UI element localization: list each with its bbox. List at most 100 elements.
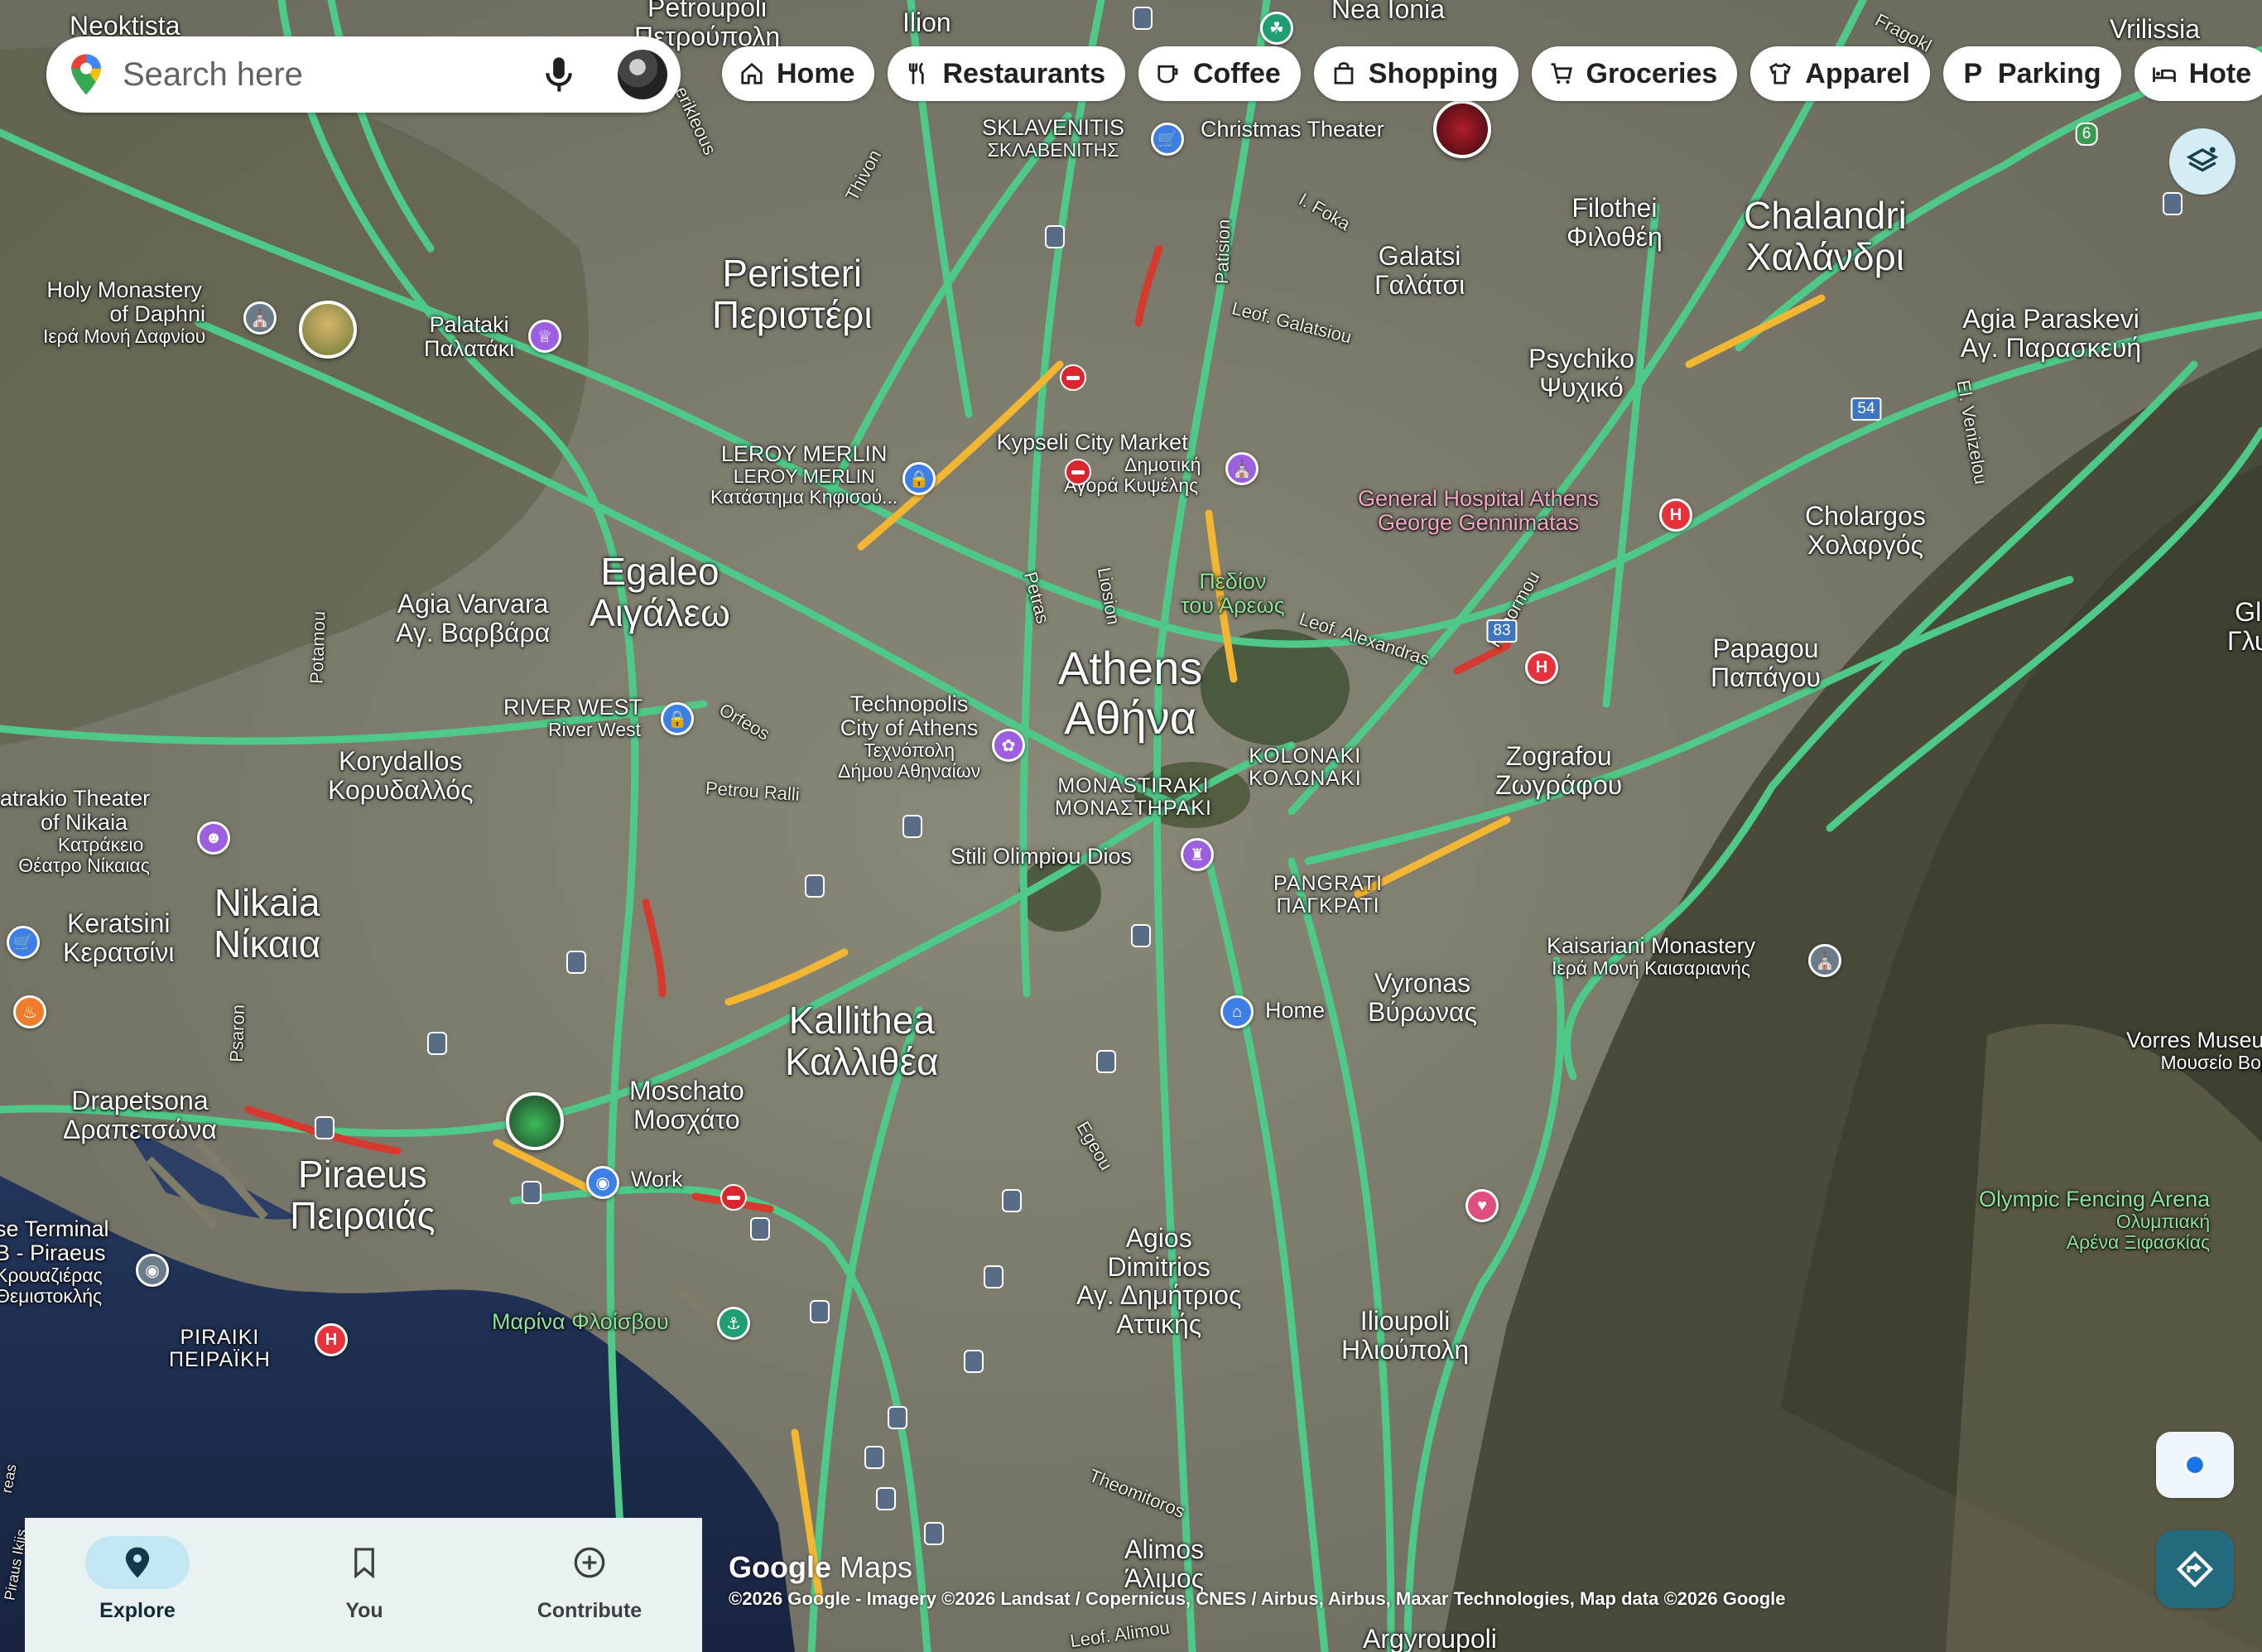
road-closure-icon[interactable] xyxy=(1065,459,1091,485)
poi-vorres-museum[interactable]: Vorres Museum Μουσείο Βορρ xyxy=(2126,1028,2262,1073)
poi-stili-olimpiou-dios[interactable]: Stili Olimpiou Dios xyxy=(951,844,1132,869)
account-avatar[interactable] xyxy=(618,50,667,99)
katrakio-theater-pin-icon[interactable]: ☻ xyxy=(197,821,230,855)
poi-general-hospital[interactable]: General Hospital Athens George Gennimata… xyxy=(1358,486,1599,535)
poi-river-west[interactable]: RIVER WEST River West xyxy=(503,695,643,740)
road-closure-icon[interactable] xyxy=(720,1184,747,1211)
technopolis-pin-icon[interactable]: ✿ xyxy=(992,729,1025,762)
home-pin-icon[interactable]: ⌂ xyxy=(1220,995,1254,1028)
place-drapetsona[interactable]: Drapetsona Δραπετσώνα xyxy=(63,1086,217,1144)
chip-parking[interactable]: P Parking xyxy=(1942,46,2121,101)
microphone-icon[interactable] xyxy=(541,55,576,94)
nav-contribute[interactable]: Contribute xyxy=(507,1518,672,1652)
place-agia-varvara[interactable]: Agia Varvara Αγ. Βαρβάρα xyxy=(396,590,550,647)
work-briefcase-pin-icon[interactable]: ◉ xyxy=(586,1166,619,1199)
metro-station-icon[interactable] xyxy=(315,1116,334,1139)
place-nikaia[interactable]: Nikaia Νίκαια xyxy=(214,882,320,965)
chip-home[interactable]: Home xyxy=(722,46,875,101)
chip-groceries[interactable]: Groceries xyxy=(1531,46,1738,101)
cruise-terminal-pin-icon[interactable]: ◉ xyxy=(136,1254,169,1287)
place-vyronas[interactable]: Vyronas Βύρωνας xyxy=(1368,969,1477,1026)
directions-button[interactable] xyxy=(2156,1530,2234,1608)
place-peristeri[interactable]: Peristeri Περιστέρι xyxy=(712,253,873,335)
search-bar[interactable] xyxy=(46,36,681,113)
metro-station-icon[interactable] xyxy=(984,1265,1003,1288)
poi-marina-floisvou[interactable]: Μαρίνα Φλοίσβου xyxy=(492,1309,669,1334)
place-cholargos[interactable]: Cholargos Χολαργός xyxy=(1805,502,1926,559)
place-agios-dimitrios[interactable]: Agios Dimitrios Αγ. Δημήτριος Αττικής xyxy=(1076,1224,1241,1338)
place-alimos[interactable]: Alimos Άλιμος xyxy=(1124,1535,1204,1592)
metro-station-icon[interactable] xyxy=(924,1522,944,1545)
place-ilion[interactable]: Ilion xyxy=(902,8,951,37)
favorite-heart-pin-icon[interactable]: ♥ xyxy=(1465,1189,1499,1222)
map-canvas[interactable]: Athens Αθήνα Peristeri Περιστέρι Egaleo … xyxy=(0,0,2262,1652)
monastery-pin-icon[interactable]: ⛪ xyxy=(243,301,277,335)
map-attribution[interactable]: ©2026 Google - Imagery ©2026 Landsat / C… xyxy=(729,1588,1786,1610)
poi-sklavenitis[interactable]: SKLAVENITIS ΣΚΛΑΒΕΝΙΤΗΣ xyxy=(982,115,1124,161)
layers-button[interactable] xyxy=(2169,128,2236,195)
place-zografou[interactable]: Zografou Ζωγράφου xyxy=(1495,742,1622,799)
metro-station-icon[interactable] xyxy=(427,1032,447,1055)
place-papagou[interactable]: Papagou Παπάγου xyxy=(1711,634,1821,691)
place-nea-ionia[interactable]: Nea Ionia xyxy=(1331,0,1445,24)
neighborhood-monastiraki[interactable]: MONASTIRAKI ΜΟΝΑΣΤΗΡΑΚΙ xyxy=(1055,775,1212,820)
stili-olimpiou-pin-icon[interactable]: ♜ xyxy=(1181,838,1214,871)
poi-kaisariani-monastery[interactable]: Kaisariani Monastery Ιερά Μονή Καισαριαν… xyxy=(1547,933,1755,979)
place-keratsini[interactable]: Keratsini Κερατσίνι xyxy=(63,909,174,966)
shopping-cart-pin-icon[interactable]: 🛒 xyxy=(7,926,40,959)
place-korydallos[interactable]: Korydallos Κορυδαλλός xyxy=(328,747,474,804)
metro-station-icon[interactable] xyxy=(566,951,586,974)
hospital-pin-icon[interactable]: H xyxy=(1659,498,1692,532)
hospital-pin-icon[interactable]: H xyxy=(1525,651,1558,684)
road-closure-icon[interactable] xyxy=(1060,364,1086,391)
metro-station-icon[interactable] xyxy=(964,1350,984,1373)
river-west-shop-pin-icon[interactable]: 🔒 xyxy=(661,702,694,735)
poi-holy-monastery-daphni[interactable]: Holy Monastery of Daphni Ιερά Μονή Δαφνί… xyxy=(43,277,205,347)
metro-station-icon[interactable] xyxy=(1131,924,1151,947)
metro-station-icon[interactable] xyxy=(902,815,922,838)
place-filothei[interactable]: Filothei Φιλοθέη xyxy=(1567,194,1663,251)
place-palataki[interactable]: Palataki Παλατάκι xyxy=(424,312,514,361)
my-location-button[interactable] xyxy=(2156,1432,2234,1498)
park-pin-icon[interactable]: ☘ xyxy=(1260,12,1293,45)
metro-station-icon[interactable] xyxy=(2163,192,2183,215)
leroy-merlin-shop-pin-icon[interactable]: 🔒 xyxy=(902,462,936,495)
metro-station-icon[interactable] xyxy=(522,1181,541,1204)
place-egaleo[interactable]: Egaleo Αιγάλεω xyxy=(590,551,730,633)
place-psychiko[interactable]: Psychiko Ψυχικό xyxy=(1528,344,1634,402)
metro-station-icon[interactable] xyxy=(1133,7,1153,30)
hospital-pin-icon[interactable]: H xyxy=(315,1323,348,1356)
place-argyroupoli[interactable]: Argyroupoli xyxy=(1363,1625,1497,1652)
poi-christmas-theater[interactable]: Christmas Theater xyxy=(1201,117,1384,142)
place-athens[interactable]: Athens Αθήνα xyxy=(1058,643,1202,744)
nav-you[interactable]: You xyxy=(282,1518,447,1652)
christmas-theater-photo-pin[interactable] xyxy=(1433,100,1491,158)
shopping-cart-pin-icon[interactable]: 🛒 xyxy=(1151,123,1184,156)
place-chalandri[interactable]: Chalandri Χαλάνδρι xyxy=(1744,195,1907,277)
poi-technopolis[interactable]: Technopolis City of Athens Τεχνόπολη Δήμ… xyxy=(838,691,980,782)
place-kallithea[interactable]: Kallithea Καλλιθέα xyxy=(785,999,939,1082)
place-galatsi[interactable]: Galatsi Γαλάτσι xyxy=(1374,242,1465,299)
place-gl-edge[interactable]: Gl Γλυ xyxy=(2227,598,2262,655)
metro-station-icon[interactable] xyxy=(810,1300,830,1323)
kaisariani-monastery-pin-icon[interactable]: ⛪ xyxy=(1808,944,1841,977)
metro-station-icon[interactable] xyxy=(1045,225,1065,248)
search-input[interactable] xyxy=(123,55,537,94)
metro-station-icon[interactable] xyxy=(864,1446,884,1469)
daphni-photo-pin[interactable] xyxy=(299,301,357,359)
poi-kypseli-market[interactable]: Kypseli City Market Δημοτική Αγορά Κυψέλ… xyxy=(984,430,1201,496)
chip-restaurants[interactable]: Restaurants xyxy=(888,46,1125,101)
place-moschato[interactable]: Moschato Μοσχάτο xyxy=(629,1076,744,1134)
metro-station-icon[interactable] xyxy=(888,1406,907,1429)
palataki-landmark-pin-icon[interactable]: ♕ xyxy=(528,320,561,353)
chip-apparel[interactable]: Apparel xyxy=(1750,46,1930,101)
place-piraeus[interactable]: Piraeus Πειραιάς xyxy=(290,1154,436,1236)
chip-shopping[interactable]: Shopping xyxy=(1313,46,1518,101)
place-ilioupoli[interactable]: Ilioupoli Ηλιούπολη xyxy=(1341,1307,1469,1364)
poi-pedion-areos[interactable]: Πεδίον του Άρεως xyxy=(1181,569,1285,618)
metro-station-icon[interactable] xyxy=(876,1487,896,1510)
metro-station-icon[interactable] xyxy=(750,1217,770,1240)
poi-katrakio-theater[interactable]: Katrakio Theater of Nikaia Κατράκειο Θέα… xyxy=(0,786,150,876)
chip-coffee[interactable]: Coffee xyxy=(1138,46,1301,101)
poi-work-label[interactable]: Work xyxy=(631,1167,683,1192)
